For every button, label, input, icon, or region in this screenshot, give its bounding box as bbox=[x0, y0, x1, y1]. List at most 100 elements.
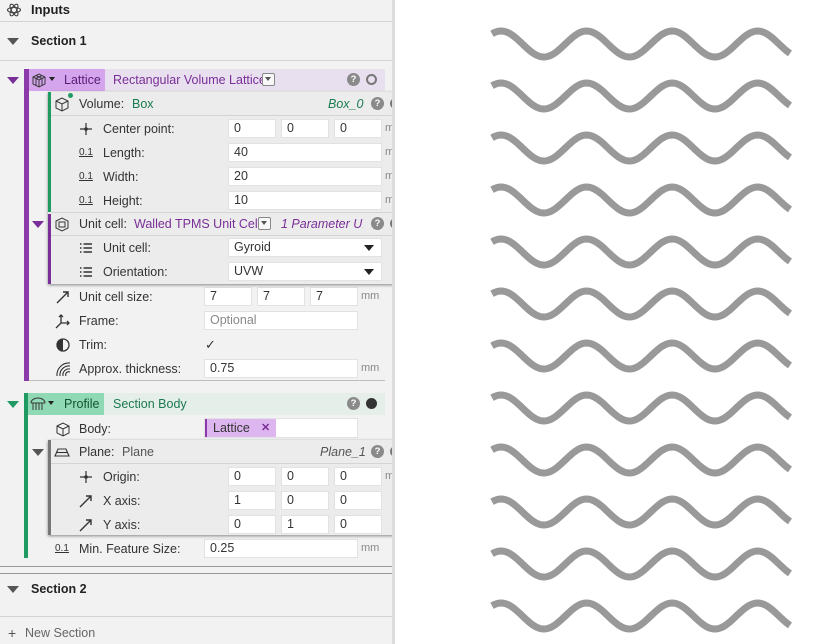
lattice-tag-label: Lattice bbox=[64, 73, 101, 87]
y-axis-label: Y axis: bbox=[103, 518, 141, 532]
lattice-type: Rectangular Volume Lattice bbox=[113, 73, 266, 87]
section2-title[interactable]: Section 2 bbox=[31, 580, 87, 598]
wave-row bbox=[490, 183, 793, 217]
volume-label: Volume: bbox=[79, 97, 125, 111]
unit-cell-select[interactable]: Gyroid bbox=[228, 238, 382, 257]
lattice-help-icon[interactable]: ? bbox=[347, 73, 360, 86]
plane-name: Plane_1 bbox=[320, 445, 366, 459]
plane-help-icon[interactable]: ? bbox=[371, 445, 384, 458]
lattice-accent-bar bbox=[24, 69, 29, 381]
profile-visibility-toggle[interactable] bbox=[366, 398, 377, 409]
length-label: Length: bbox=[103, 146, 145, 160]
chevron-down-icon bbox=[364, 245, 374, 251]
lattice-visibility-toggle[interactable] bbox=[366, 74, 377, 85]
profile-tag-label: Profile bbox=[64, 397, 100, 411]
chevron-down-icon bbox=[364, 269, 374, 275]
y-axis-z-input[interactable]: 0 bbox=[334, 515, 382, 534]
profile-collapse-toggle[interactable] bbox=[7, 401, 19, 408]
frame-axes-icon bbox=[55, 314, 70, 329]
approx-thickness-input[interactable]: 0.75 bbox=[204, 359, 358, 378]
volume-box-icon bbox=[55, 97, 69, 112]
approx-thickness-unit: mm bbox=[361, 362, 380, 374]
profile-menu-chevron-icon[interactable] bbox=[48, 401, 54, 405]
center-point-z-input[interactable]: 0 bbox=[334, 119, 382, 138]
section1-title[interactable]: Section 1 bbox=[31, 32, 87, 50]
vector-arrow-icon bbox=[79, 519, 92, 532]
section1-collapse-toggle[interactable] bbox=[7, 38, 19, 45]
list-icon bbox=[80, 267, 92, 277]
volume-unitcell-card: Volume: Box Box_0 ? Center point: 0 0 0 … bbox=[32, 92, 392, 284]
point-icon bbox=[80, 471, 92, 483]
approx-thickness-label: Approx. thickness: bbox=[79, 362, 182, 376]
unit-cell-size-y-input[interactable]: 7 bbox=[257, 287, 305, 306]
origin-z-input[interactable]: 0 bbox=[334, 467, 382, 486]
unitcell-type-dropdown-button[interactable] bbox=[258, 217, 271, 230]
profile-section-icon bbox=[30, 397, 46, 410]
volume-name: Box_0 bbox=[328, 97, 364, 111]
origin-y-input[interactable]: 0 bbox=[281, 467, 329, 486]
volume-help-icon[interactable]: ? bbox=[371, 97, 384, 110]
unitcell-help-icon[interactable]: ? bbox=[371, 217, 384, 230]
profile-type: Section Body bbox=[113, 397, 187, 411]
profile-accent-bar bbox=[24, 393, 28, 558]
trim-label: Trim: bbox=[79, 338, 107, 352]
wave-row bbox=[490, 547, 793, 581]
unitcell-type: Walled TPMS Unit Cell bbox=[134, 217, 261, 231]
wave-row bbox=[490, 131, 793, 165]
x-axis-label: X axis: bbox=[103, 494, 141, 508]
plane-label: Plane: bbox=[79, 445, 115, 459]
plane-collapse-toggle[interactable] bbox=[32, 449, 44, 456]
width-label: Width: bbox=[103, 170, 139, 184]
origin-x-input[interactable]: 0 bbox=[228, 467, 276, 486]
lattice-collapse-toggle[interactable] bbox=[7, 77, 19, 84]
frame-input[interactable]: Optional bbox=[204, 311, 358, 330]
lattice-type-dropdown-button[interactable] bbox=[262, 73, 275, 86]
center-point-x-input[interactable]: 0 bbox=[228, 119, 276, 138]
wave-row bbox=[490, 391, 793, 425]
x-axis-z-input[interactable]: 0 bbox=[334, 491, 382, 510]
unit-cell-select-value: Gyroid bbox=[234, 240, 271, 254]
unitcell-name: 1 Parameter U... bbox=[281, 217, 363, 231]
width-input[interactable]: 20 bbox=[228, 167, 382, 186]
trim-checkbox[interactable]: ✓ bbox=[205, 336, 216, 354]
unit-cell-size-z-input[interactable]: 7 bbox=[310, 287, 358, 306]
wave-row bbox=[490, 287, 793, 321]
unit-cell-size-x-input[interactable]: 7 bbox=[204, 287, 252, 306]
orientation-select[interactable]: UVW bbox=[228, 262, 382, 281]
new-section-button[interactable]: New Section bbox=[25, 624, 95, 642]
x-axis-y-input[interactable]: 0 bbox=[281, 491, 329, 510]
wave-row bbox=[490, 443, 793, 477]
wave-row bbox=[490, 235, 793, 269]
body-chip-label: Lattice bbox=[213, 421, 250, 435]
center-point-unit: mm bbox=[385, 122, 392, 134]
height-label: Height: bbox=[103, 194, 143, 208]
viewport-section-preview[interactable] bbox=[395, 0, 819, 644]
body-icon bbox=[56, 422, 70, 437]
inputs-icon bbox=[6, 3, 22, 17]
decimal-icon: 0.1 bbox=[79, 195, 93, 206]
list-icon bbox=[80, 243, 92, 253]
frame-label: Frame: bbox=[79, 314, 119, 328]
center-point-label: Center point: bbox=[103, 122, 175, 136]
trim-icon bbox=[56, 338, 70, 352]
unitcell-collapse-toggle[interactable] bbox=[32, 221, 44, 228]
point-icon bbox=[80, 123, 92, 135]
height-input[interactable]: 10 bbox=[228, 191, 382, 210]
lattice-menu-chevron-icon[interactable] bbox=[49, 77, 55, 81]
orientation-select-value: UVW bbox=[234, 264, 264, 278]
body-label: Body: bbox=[79, 422, 111, 436]
length-input[interactable]: 40 bbox=[228, 143, 382, 162]
decimal-icon: 0.1 bbox=[79, 171, 93, 182]
section2-collapse-toggle[interactable] bbox=[7, 586, 19, 593]
body-chip-remove-icon[interactable]: ✕ bbox=[261, 419, 270, 437]
decimal-icon: 0.1 bbox=[55, 543, 69, 554]
profile-help-icon[interactable]: ? bbox=[347, 397, 360, 410]
decimal-icon: 0.1 bbox=[79, 147, 93, 158]
center-point-y-input[interactable]: 0 bbox=[281, 119, 329, 138]
add-icon[interactable]: + bbox=[8, 624, 16, 642]
vector-arrow-icon bbox=[79, 495, 92, 508]
y-axis-y-input[interactable]: 1 bbox=[281, 515, 329, 534]
x-axis-x-input[interactable]: 1 bbox=[228, 491, 276, 510]
min-feature-size-input[interactable]: 0.25 bbox=[204, 539, 358, 558]
y-axis-x-input[interactable]: 0 bbox=[228, 515, 276, 534]
